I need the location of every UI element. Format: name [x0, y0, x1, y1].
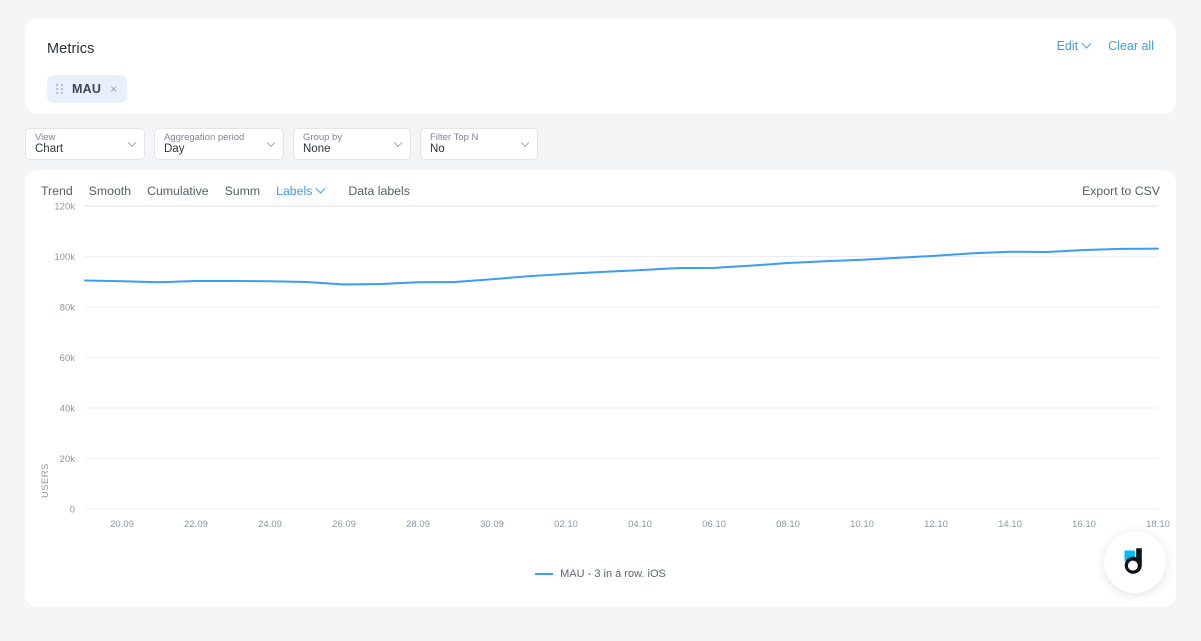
tab-cumulative[interactable]: Cumulative — [147, 184, 209, 198]
select-filter-top-n-value: No — [430, 143, 445, 155]
legend-swatch — [535, 573, 554, 575]
x-axis-tick-label: 12.10 — [924, 519, 948, 530]
edit-button-label: Edit — [1056, 39, 1079, 53]
select-aggregation-period-label: Aggregation period — [164, 132, 245, 143]
y-axis-tick-label: 60k — [60, 353, 76, 364]
select-group-by-label: Group by — [303, 132, 343, 143]
x-axis-tick-label: 10.10 — [850, 519, 874, 530]
chevron-down-icon — [127, 138, 137, 148]
select-group-by[interactable]: Group by None — [293, 128, 411, 160]
chart-tab-bar: Trend Smooth Cumulative Summ Labels Data… — [25, 183, 1176, 198]
select-aggregation-period-value: Day — [164, 143, 185, 155]
x-axis-tick-label: 20.09 — [110, 519, 134, 530]
chevron-down-icon — [520, 138, 530, 148]
x-axis-tick-label: 22.09 — [184, 519, 208, 530]
tab-labels-label: Labels — [276, 184, 313, 198]
select-group-by-value: None — [303, 143, 331, 155]
x-axis-tick-label: 14.10 — [998, 519, 1022, 530]
metric-chip-mau[interactable]: MAU × — [47, 75, 128, 103]
drag-handle-icon[interactable] — [56, 84, 63, 94]
tab-labels[interactable]: Labels — [276, 183, 326, 198]
legend-label: MAU - 3 in a row. iOS — [560, 568, 666, 580]
x-axis-tick-label: 24.09 — [258, 519, 282, 530]
tab-trend[interactable]: Trend — [41, 184, 73, 198]
y-axis-title: USERS — [40, 463, 51, 498]
x-axis-tick-label: 04.10 — [628, 519, 652, 530]
y-axis-tick-label: 80k — [60, 303, 76, 314]
metric-chip-list: MAU × — [47, 75, 1154, 103]
tab-summ[interactable]: Summ — [225, 184, 261, 198]
x-axis-tick-label: 28.09 — [406, 519, 430, 530]
y-axis-tick-label: 120k — [54, 202, 75, 213]
line-chart[interactable]: 0 20k 40k 60k 80k 100k 120k USERS 20.09 22.09 24.0… — [25, 198, 1176, 558]
close-icon[interactable]: × — [110, 83, 117, 95]
clear-all-button[interactable]: Clear all — [1108, 39, 1154, 53]
x-axis-tick-label: 16.10 — [1072, 519, 1096, 530]
filter-bar: View Chart Aggregation period Day Group … — [25, 128, 1176, 160]
dashboard-page: Metrics Edit Clear all MAU × View Chart — [0, 0, 1201, 641]
metrics-panel: Metrics Edit Clear all MAU × — [25, 19, 1176, 114]
page-title: Metrics — [47, 41, 95, 57]
select-view-value: Chart — [35, 143, 64, 155]
x-axis-tick-label: 02.10 — [554, 519, 578, 530]
select-view-label: View — [35, 132, 56, 143]
select-filter-top-n[interactable]: Filter Top N No — [420, 128, 538, 160]
y-axis-tick-label: 100k — [54, 252, 75, 263]
x-axis-tick-label: 30.09 — [480, 519, 504, 530]
metric-chip-label: MAU — [72, 82, 102, 96]
y-axis-tick-label: 20k — [60, 454, 76, 465]
series-line — [84, 247, 1159, 286]
metrics-actions: Edit Clear all — [1056, 38, 1154, 53]
select-view[interactable]: View Chart — [25, 128, 145, 160]
chevron-down-icon — [315, 183, 326, 194]
edit-button[interactable]: Edit — [1056, 38, 1092, 53]
help-widget-button[interactable] — [1104, 531, 1166, 593]
y-axis-tick-label: 0 — [70, 505, 75, 516]
select-filter-top-n-label: Filter Top N — [430, 132, 479, 143]
select-aggregation-period[interactable]: Aggregation period Day — [154, 128, 284, 160]
chevron-down-icon — [393, 138, 403, 148]
tab-data-labels[interactable]: Data labels — [348, 184, 410, 198]
tab-smooth[interactable]: Smooth — [89, 184, 131, 198]
chevron-down-icon — [1081, 38, 1092, 49]
x-axis-tick-label: 06.10 — [702, 519, 726, 530]
chart-panel: Trend Smooth Cumulative Summ Labels Data… — [25, 170, 1176, 607]
y-axis-tick-label: 40k — [60, 404, 76, 415]
brand-d-logo-icon — [1124, 548, 1142, 574]
x-axis-tick-label: 08.10 — [776, 519, 800, 530]
x-axis-tick-label: 18.10 — [1146, 519, 1170, 530]
chart-legend: MAU - 3 in a row. iOS — [25, 568, 1176, 580]
chevron-down-icon — [266, 138, 276, 148]
export-to-csv-button[interactable]: Export to CSV — [1082, 184, 1160, 198]
x-axis-tick-label: 26.09 — [332, 519, 356, 530]
chart-plot-area: 0 20k 40k 60k 80k 100k 120k USERS 20.09 22.09 24.0… — [25, 198, 1176, 588]
